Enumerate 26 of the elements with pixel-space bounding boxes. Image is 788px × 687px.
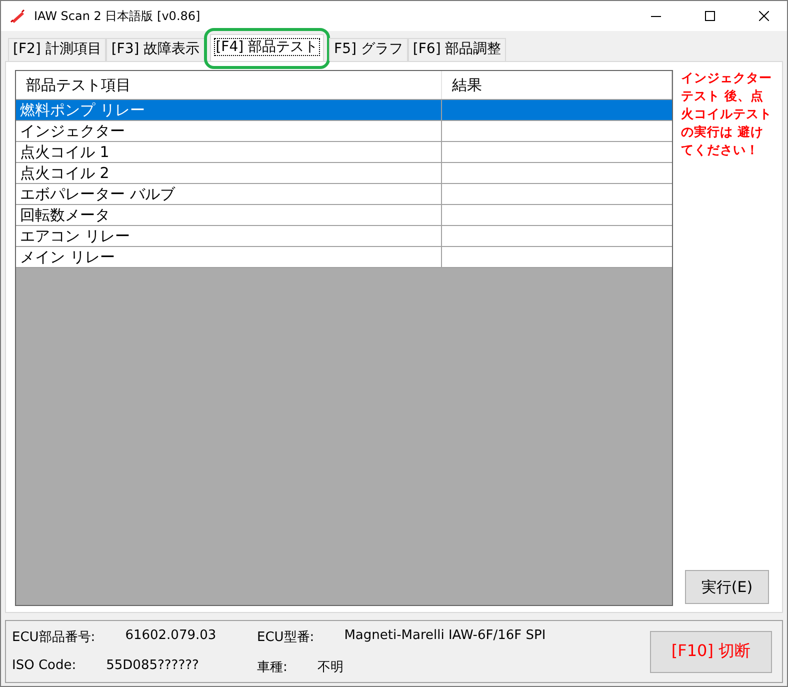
column-header[interactable]: 結果: [442, 71, 672, 99]
maximize-icon[interactable]: [705, 11, 715, 21]
info-label: ECU型番:: [257, 628, 314, 646]
warning-text: インジェクター: [681, 69, 772, 87]
run-button[interactable]: 実行(E): [685, 570, 769, 604]
info-label: ISO Code:: [12, 658, 76, 674]
column-header[interactable]: 部品テスト項目: [16, 71, 442, 99]
info-value: 不明: [317, 658, 344, 676]
warning-text: 火コイルテスト: [681, 105, 772, 123]
tab[interactable]: [F6] 部品調整: [408, 38, 506, 61]
info-value: 55D085??????: [106, 658, 199, 674]
list-item[interactable]: 燃料ポンプ リレー: [16, 100, 442, 121]
tab[interactable]: [F3] 故障表示: [106, 38, 205, 61]
info-label: 車種:: [257, 658, 288, 676]
close-icon[interactable]: [759, 11, 769, 21]
info-value: 61602.079.03: [125, 628, 216, 644]
warning-text: てください！: [681, 141, 759, 159]
warning-text: の実行は 避け: [681, 123, 764, 141]
info-label: ECU部品番号:: [12, 628, 96, 646]
app-icon: [10, 8, 26, 24]
tab[interactable]: F5] グラフ: [329, 38, 408, 61]
tab[interactable]: [F4] 部品テスト: [210, 34, 324, 61]
warning-text: テスト 後、点: [681, 87, 764, 105]
info-value: Magneti-Marelli IAW-6F/16F SPI: [344, 628, 546, 644]
tab[interactable]: [F2] 計測項目: [8, 38, 106, 61]
window-title: IAW Scan 2 日本語版 [v0.86]: [34, 8, 202, 24]
